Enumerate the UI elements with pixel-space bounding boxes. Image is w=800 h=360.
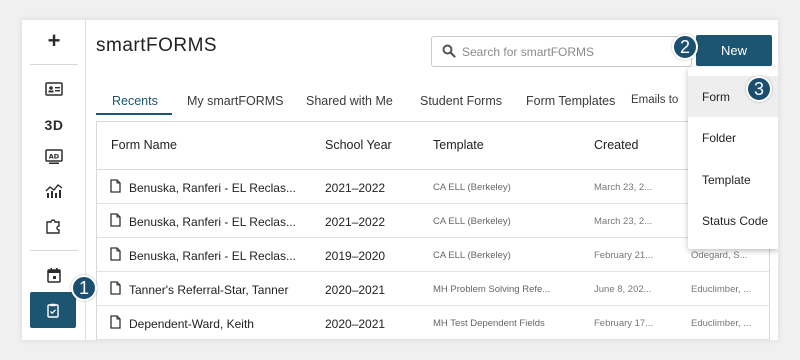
document-icon bbox=[110, 281, 121, 295]
active-tab-indicator bbox=[96, 113, 172, 115]
school-year: 2020–2021 bbox=[325, 283, 386, 297]
school-year: 2020–2021 bbox=[325, 317, 386, 331]
created-date: February 21... bbox=[594, 250, 654, 261]
tab-emails-to[interactable]: Emails to bbox=[631, 94, 678, 106]
plus-icon: + bbox=[47, 28, 61, 53]
created-date: June 8, 202... bbox=[594, 284, 652, 295]
owner-name: Educlimber, ... bbox=[691, 318, 752, 329]
table-row[interactable]: Benuska, Ranferi - EL Reclas... 2021–202… bbox=[97, 170, 769, 204]
created-date: March 23, 2... bbox=[594, 182, 653, 193]
id-card-icon bbox=[45, 82, 63, 96]
table-row[interactable]: Benuska, Ranferi - EL Reclas... 2019–202… bbox=[97, 238, 769, 272]
page-title: smartFORMS bbox=[96, 35, 218, 56]
sidebar-item-3d-label: 3D bbox=[44, 117, 64, 133]
table-row[interactable]: Tanner's Referral-Star, Tanner 2020–2021… bbox=[97, 272, 769, 306]
column-header-created[interactable]: Created bbox=[594, 138, 638, 152]
document-icon bbox=[110, 179, 121, 193]
owner-name: Odegard, S... bbox=[691, 250, 748, 261]
sidebar-item-forms[interactable] bbox=[30, 292, 76, 328]
sidebar-item-analytics[interactable] bbox=[22, 176, 86, 206]
search-icon bbox=[442, 44, 456, 58]
column-header-form-name[interactable]: Form Name bbox=[111, 138, 177, 152]
template-name: CA ELL (Berkeley) bbox=[433, 250, 511, 261]
document-icon bbox=[110, 247, 121, 261]
search-box[interactable] bbox=[431, 36, 692, 67]
template-name: CA ELL (Berkeley) bbox=[433, 182, 511, 193]
sidebar-item-ad[interactable]: AD bbox=[22, 142, 86, 172]
document-icon bbox=[110, 315, 121, 329]
school-year: 2021–2022 bbox=[325, 181, 386, 195]
step-callout-1: 1 bbox=[71, 275, 97, 301]
form-name: Dependent-Ward, Keith bbox=[129, 317, 254, 331]
menu-item-template[interactable]: Template bbox=[688, 159, 778, 200]
new-button[interactable]: New bbox=[696, 35, 772, 66]
clipboard-icon bbox=[47, 303, 59, 318]
document-icon bbox=[110, 213, 121, 227]
form-name: Benuska, Ranferi - EL Reclas... bbox=[129, 215, 296, 229]
column-header-template[interactable]: Template bbox=[433, 138, 484, 152]
tab-student-forms[interactable]: Student Forms bbox=[420, 94, 502, 108]
step-callout-3: 3 bbox=[746, 76, 772, 102]
template-name: MH Test Dependent Fields bbox=[433, 318, 545, 329]
sidebar-item-3d[interactable]: 3D bbox=[22, 110, 86, 140]
sidebar-item-puzzle[interactable] bbox=[22, 210, 86, 240]
chart-icon bbox=[45, 184, 63, 198]
table-row[interactable]: Dependent-Ward, Keith 2020–2021 MH Test … bbox=[97, 306, 769, 340]
tab-my-smartforms[interactable]: My smartFORMS bbox=[187, 94, 284, 108]
tab-shared-with-me[interactable]: Shared with Me bbox=[306, 94, 393, 108]
search-input[interactable] bbox=[462, 38, 688, 65]
school-year: 2021–2022 bbox=[325, 215, 386, 229]
table-header: Form Name School Year Template Created bbox=[97, 122, 769, 170]
ad-icon: AD bbox=[45, 149, 63, 164]
table-row[interactable]: Benuska, Ranferi - EL Reclas... 2021–202… bbox=[97, 204, 769, 238]
tab-form-templates[interactable]: Form Templates bbox=[526, 94, 615, 108]
form-name: Tanner's Referral-Star, Tanner bbox=[129, 283, 289, 297]
menu-item-folder[interactable]: Folder bbox=[688, 117, 778, 158]
column-header-school-year[interactable]: School Year bbox=[325, 138, 392, 152]
owner-name: Educlimber, ... bbox=[691, 284, 752, 295]
step-callout-2: 2 bbox=[672, 34, 698, 60]
tab-recents[interactable]: Recents bbox=[112, 94, 158, 108]
created-date: March 23, 2... bbox=[594, 216, 653, 227]
add-button[interactable]: + bbox=[22, 26, 86, 56]
template-name: MH Problem Solving Refe... bbox=[433, 284, 551, 295]
template-name: CA ELL (Berkeley) bbox=[433, 216, 511, 227]
sidebar-divider bbox=[30, 250, 78, 251]
form-name: Benuska, Ranferi - EL Reclas... bbox=[129, 181, 296, 195]
sidebar-divider bbox=[30, 64, 78, 65]
puzzle-icon bbox=[46, 219, 60, 234]
app-window: + 3D AD smartFORMS Search for smartFORMS… bbox=[22, 20, 778, 340]
school-year: 2019–2020 bbox=[325, 249, 386, 263]
forms-table: Form Name School Year Template Created B… bbox=[96, 121, 770, 340]
created-date: February 17... bbox=[594, 318, 654, 329]
calendar-icon bbox=[47, 268, 61, 283]
form-name: Benuska, Ranferi - EL Reclas... bbox=[129, 249, 296, 263]
menu-item-status-code[interactable]: Status Code bbox=[688, 200, 778, 241]
sidebar-item-id-card[interactable] bbox=[22, 74, 86, 104]
svg-text:AD: AD bbox=[49, 153, 60, 161]
